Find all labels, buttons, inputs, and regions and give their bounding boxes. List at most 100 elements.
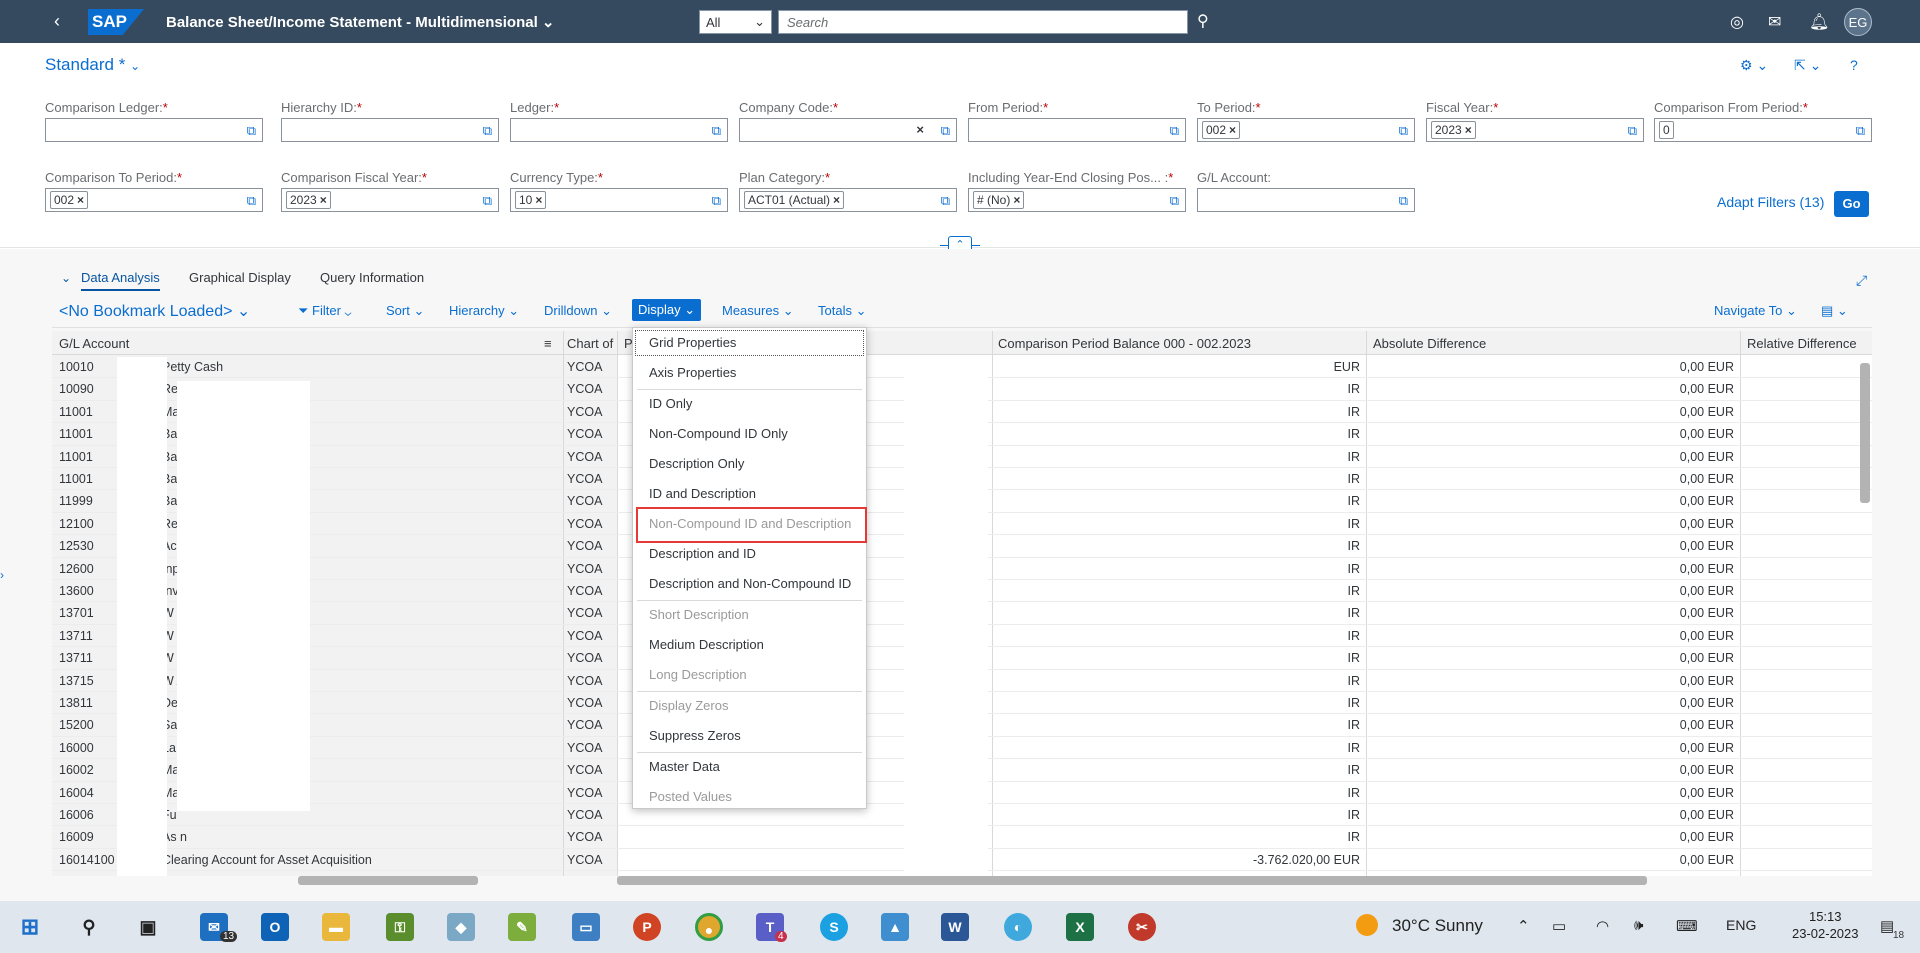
column-header-comparison[interactable]: Comparison Period Balance 000 - 002.2023: [998, 336, 1251, 351]
tab-graphical-display[interactable]: Graphical Display: [189, 270, 291, 285]
powerpoint-icon[interactable]: P: [633, 913, 661, 941]
battery-icon[interactable]: ▭: [1552, 917, 1566, 935]
app-icon[interactable]: ◆: [447, 913, 475, 941]
sort-icon[interactable]: ≡: [544, 336, 552, 351]
gl-account-input[interactable]: ⧉: [1197, 188, 1415, 212]
close-icon[interactable]: ×: [1465, 123, 1472, 137]
adapt-filters-link[interactable]: Adapt Filters (13): [1717, 194, 1824, 210]
token[interactable]: 2023 ×: [286, 191, 331, 209]
column-header-gl-account[interactable]: G/L Account: [59, 336, 129, 351]
search-icon[interactable]: ⚲: [1197, 11, 1209, 31]
from-period-input[interactable]: ⧉: [968, 118, 1186, 142]
share-icon[interactable]: ⇱ ⌄: [1794, 57, 1821, 74]
variant-selector[interactable]: Standard * ⌄: [45, 55, 140, 75]
value-help-icon[interactable]: ⧉: [1628, 123, 1637, 139]
app-icon[interactable]: ▭: [572, 913, 600, 941]
search-icon[interactable]: ⚲: [75, 913, 103, 941]
volume-icon[interactable]: 🕪︎: [1634, 917, 1643, 934]
value-help-icon[interactable]: ⧉: [247, 123, 256, 139]
fullscreen-icon[interactable]: ⤢: [1856, 272, 1867, 289]
help-icon[interactable]: ?: [1850, 57, 1858, 73]
chevron-up-icon[interactable]: ⌃: [1517, 917, 1530, 935]
token[interactable]: 002 ×: [1202, 121, 1241, 139]
tab-query-information[interactable]: Query Information: [320, 270, 424, 285]
chevron-down-icon[interactable]: ⌄: [61, 271, 71, 285]
menu-item-non-compound-id-only[interactable]: Non-Compound ID Only: [633, 419, 866, 449]
menu-item-suppress-zeros[interactable]: Suppress Zeros: [633, 721, 866, 751]
hierarchy-id-input[interactable]: ⧉: [281, 118, 499, 142]
value-help-icon[interactable]: ⧉: [941, 193, 950, 209]
token[interactable]: 002 ×: [50, 191, 89, 209]
totals-button[interactable]: Totals ⌄: [818, 303, 866, 319]
value-help-icon[interactable]: ⧉: [712, 123, 721, 139]
value-help-icon[interactable]: ⧉: [1856, 123, 1865, 139]
menu-item-id-and-description[interactable]: ID and Description: [633, 479, 866, 509]
snipping-icon[interactable]: ✂: [1128, 913, 1156, 941]
chevron-right-icon[interactable]: ›: [0, 568, 4, 582]
close-icon[interactable]: ×: [77, 193, 84, 207]
go-button[interactable]: Go: [1834, 191, 1869, 217]
vertical-scrollbar[interactable]: [1860, 363, 1870, 503]
weather-text[interactable]: 30°C Sunny: [1392, 916, 1483, 936]
menu-item-master-data[interactable]: Master Data: [633, 752, 866, 782]
notepad-icon[interactable]: ✎: [508, 913, 536, 941]
token[interactable]: 0: [1659, 121, 1674, 139]
feedback-icon[interactable]: ✉: [1768, 12, 1781, 32]
wifi-icon[interactable]: ◠: [1596, 917, 1609, 935]
currency-type-input[interactable]: 10 × ⧉: [510, 188, 728, 212]
back-icon[interactable]: ‹: [54, 11, 60, 32]
token[interactable]: 10 ×: [515, 191, 547, 209]
bell-icon[interactable]: 🔔︎: [1809, 12, 1829, 32]
value-help-icon[interactable]: ⧉: [483, 193, 492, 209]
keepass-icon[interactable]: ⚿: [386, 913, 414, 941]
copilot-icon[interactable]: ◎: [1730, 12, 1744, 32]
column-header-relative[interactable]: Relative Difference: [1747, 336, 1857, 351]
close-icon[interactable]: ×: [1013, 193, 1020, 207]
value-help-icon[interactable]: ⧉: [1399, 123, 1408, 139]
skype-icon[interactable]: S: [820, 913, 848, 941]
measures-button[interactable]: Measures ⌄: [722, 303, 794, 319]
comparison-fiscal-year-input[interactable]: 2023 × ⧉: [281, 188, 499, 212]
menu-item-description-and-non-compound-id[interactable]: Description and Non-Compound ID: [633, 569, 866, 599]
value-help-icon[interactable]: ⧉: [1170, 193, 1179, 209]
close-icon[interactable]: ×: [535, 193, 542, 207]
comparison-ledger-input[interactable]: ⧉: [45, 118, 263, 142]
menu-item-description-only[interactable]: Description Only: [633, 449, 866, 479]
language-indicator[interactable]: ENG: [1726, 917, 1756, 933]
outlook-icon[interactable]: O: [261, 913, 289, 941]
menu-item-description-and-id[interactable]: Description and ID: [633, 539, 866, 569]
hierarchy-button[interactable]: Hierarchy ⌄: [449, 303, 519, 319]
company-code-input[interactable]: × ⧉: [739, 118, 957, 142]
folder-icon[interactable]: ▬: [322, 913, 350, 941]
column-header-absolute[interactable]: Absolute Difference: [1373, 336, 1486, 351]
token[interactable]: ACT01 (Actual) ×: [744, 191, 845, 209]
menu-item-grid-properties[interactable]: Grid Properties: [635, 330, 864, 356]
year-end-closing-input[interactable]: # (No) × ⧉: [968, 188, 1186, 212]
settings-icon[interactable]: ⚙ ⌄: [1740, 57, 1768, 74]
word-icon[interactable]: W: [941, 913, 969, 941]
horizontal-scrollbar[interactable]: [298, 876, 478, 885]
token[interactable]: # (No) ×: [973, 191, 1025, 209]
clock[interactable]: 15:13 23-02-2023: [1792, 908, 1859, 942]
search-input[interactable]: Search: [778, 10, 1188, 34]
horizontal-scrollbar[interactable]: [617, 876, 1647, 885]
close-icon[interactable]: ×: [916, 122, 924, 137]
close-icon[interactable]: ×: [833, 193, 840, 207]
app-title[interactable]: Balance Sheet/Income Statement - Multidi…: [166, 13, 555, 31]
column-header-chart[interactable]: Chart of: [567, 336, 613, 351]
value-help-icon[interactable]: ⧉: [712, 193, 721, 209]
filter-button[interactable]: ⏷ Filter ⌄: [298, 303, 352, 319]
photos-icon[interactable]: ▲: [881, 913, 909, 941]
fiscal-year-input[interactable]: 2023 × ⧉: [1426, 118, 1644, 142]
display-button[interactable]: Display ⌄: [632, 299, 702, 321]
value-help-icon[interactable]: ⧉: [483, 123, 492, 139]
comparison-to-period-input[interactable]: 002 × ⧉: [45, 188, 263, 212]
ledger-input[interactable]: ⧉: [510, 118, 728, 142]
menu-item-medium-description[interactable]: Medium Description: [633, 630, 866, 660]
token[interactable]: 2023 ×: [1431, 121, 1476, 139]
search-scope-select[interactable]: All ⌄: [699, 10, 772, 34]
to-period-input[interactable]: 002 × ⧉: [1197, 118, 1415, 142]
tab-data-analysis[interactable]: Data Analysis: [81, 270, 160, 291]
task-view-icon[interactable]: ▣: [134, 913, 162, 941]
sort-button[interactable]: Sort ⌄: [386, 303, 424, 319]
